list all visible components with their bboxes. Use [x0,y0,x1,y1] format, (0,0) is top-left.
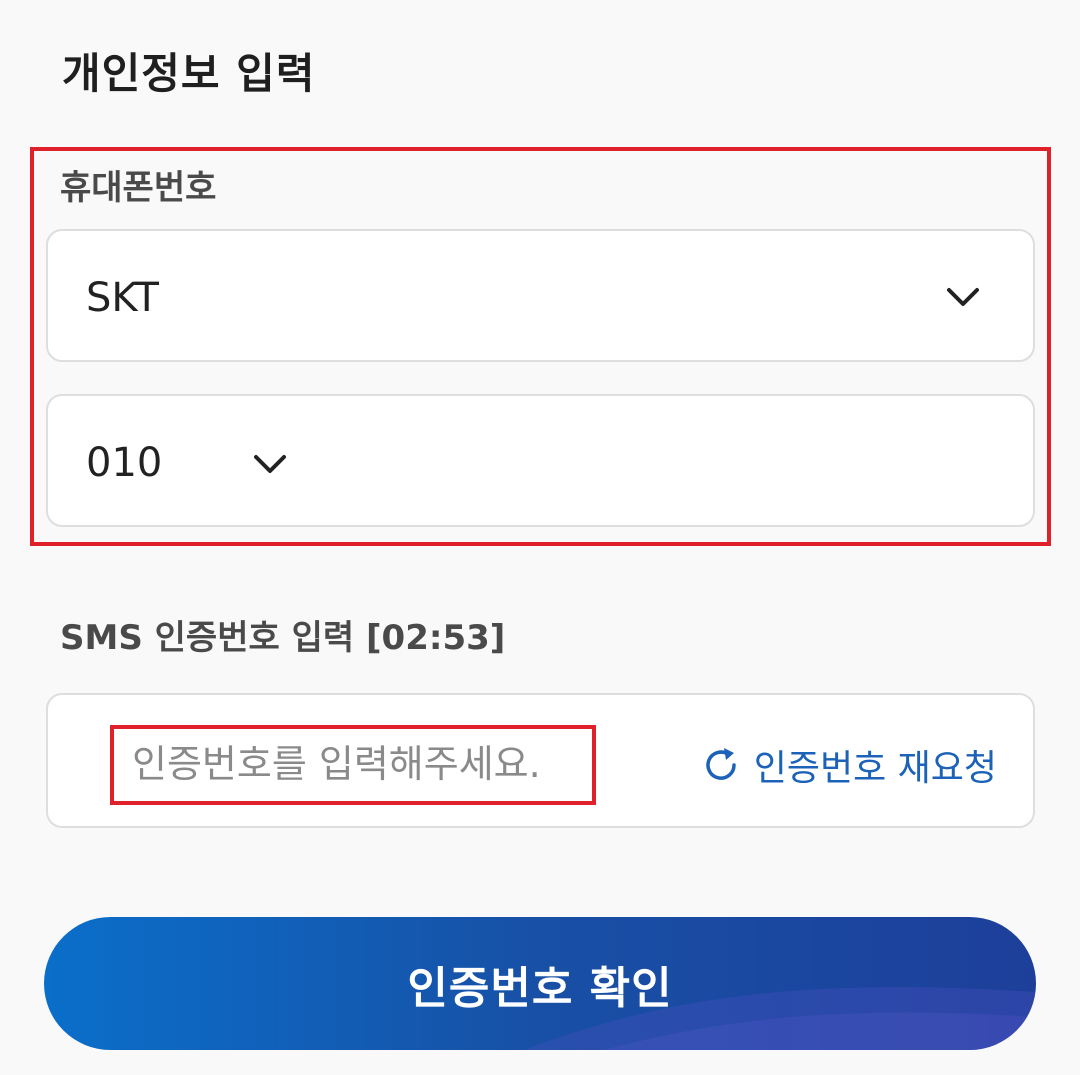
carrier-value: SKT [86,275,159,321]
sms-code-label: SMS 인증번호 입력 [02:53] [60,618,506,658]
resend-code-button[interactable]: 인증번호 재요청 [700,739,997,791]
chevron-down-icon [947,288,979,306]
phone-prefix-select[interactable]: 010 [46,394,1035,527]
phone-label: 휴대폰번호 [60,168,217,208]
confirm-code-button[interactable]: 인증번호 확인 [44,917,1036,1050]
carrier-select[interactable]: SKT [46,229,1035,362]
code-input-highlight [110,725,596,805]
phone-prefix-value: 010 [86,440,163,486]
refresh-icon [705,748,736,780]
resend-code-label: 인증번호 재요청 [753,748,997,789]
section-title: 개인정보 입력 [62,49,316,98]
chevron-down-icon [254,455,286,473]
confirm-code-label: 인증번호 확인 [407,962,673,1014]
